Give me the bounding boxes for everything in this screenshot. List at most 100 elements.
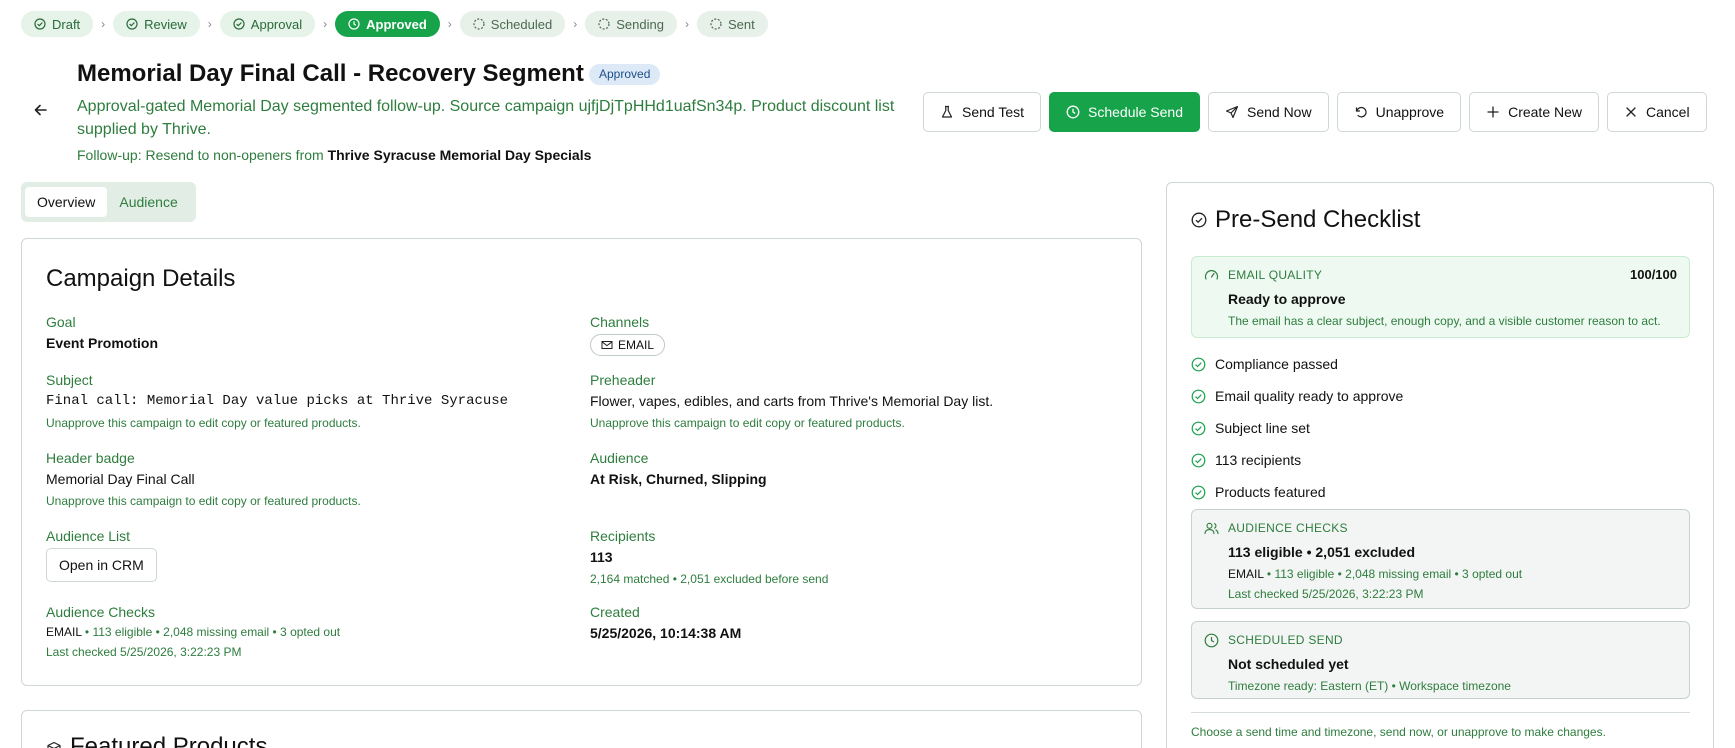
check-circle-icon — [1191, 485, 1206, 499]
clock-icon — [348, 18, 360, 30]
checklist-footer: Choose a send time and timezone, send no… — [1191, 725, 1606, 739]
pipeline-step-review[interactable]: Review — [113, 11, 200, 37]
pipeline-step-draft[interactable]: Draft — [21, 11, 94, 37]
pipeline-step-approved[interactable]: Approved — [335, 11, 440, 37]
pipeline-step-label: Sending — [616, 16, 664, 32]
create-new-button[interactable]: Create New — [1469, 92, 1599, 132]
chevron-right-icon: › — [101, 17, 106, 31]
package-icon — [47, 741, 61, 748]
create-new-label: Create New — [1508, 104, 1582, 120]
goal-label: Goal — [46, 314, 76, 330]
followup-note: Follow-up: Resend to non-openers from Th… — [77, 147, 591, 163]
gauge-icon — [1204, 270, 1219, 280]
unapprove-button[interactable]: Unapprove — [1336, 92, 1462, 132]
audience-label: Audience — [590, 450, 649, 466]
audience-checks-channel: EMAIL — [1228, 567, 1264, 581]
audience-checks-label: Audience Checks — [46, 604, 155, 620]
chevron-right-icon: › — [447, 17, 452, 31]
pipeline-step-label: Approval — [250, 16, 303, 32]
action-toolbar: Send Test Schedule Send Send Now Unappro… — [923, 92, 1715, 132]
back-arrow-icon[interactable] — [31, 100, 51, 120]
featured-products-title: Featured Products — [70, 733, 268, 748]
email-quality-title: Ready to approve — [1228, 291, 1346, 307]
checklist-item: Products featured — [1191, 476, 1403, 508]
followup-prefix: Follow-up: Resend to non-openers from — [77, 147, 324, 163]
audience-checks-title: 113 eligible • 2,051 excluded — [1228, 544, 1416, 560]
send-test-button[interactable]: Send Test — [923, 92, 1042, 132]
checklist-item-label: Email quality ready to approve — [1215, 388, 1404, 404]
send-test-label: Send Test — [962, 104, 1025, 120]
scheduled-send-title: Not scheduled yet — [1228, 656, 1349, 672]
pipeline-step-scheduled[interactable]: Scheduled — [459, 11, 566, 37]
pipeline-step-label: Draft — [52, 16, 81, 32]
page-title: Memorial Day Final Call - Recovery Segme… — [77, 60, 584, 87]
tab-audience[interactable]: Audience — [107, 187, 189, 217]
check-circle-icon — [126, 18, 138, 30]
created-label: Created — [590, 604, 640, 620]
clock-icon — [1204, 633, 1219, 648]
undo-icon — [1355, 106, 1367, 118]
header-badge-value: Memorial Day Final Call — [46, 471, 195, 487]
open-in-crm-button[interactable]: Open in CRM — [46, 548, 157, 582]
checklist-item-label: Compliance passed — [1215, 356, 1338, 372]
email-quality-score: 100/100 — [1630, 267, 1677, 282]
audience-checks-last: Last checked 5/25/2026, 3:22:23 PM — [1228, 587, 1424, 601]
dashed-circle-icon — [473, 18, 485, 30]
audience-checks-text: • 113 eligible • 2,048 missing email • 3… — [81, 625, 341, 639]
channel-chip-label: EMAIL — [618, 338, 655, 352]
audience-checks-field: Audience Checks EMAIL • 113 eligible • 2… — [46, 603, 340, 660]
pipeline-step-sent[interactable]: Sent — [696, 11, 768, 37]
created-field: Created 5/25/2026, 10:14:38 AM — [590, 603, 741, 643]
featured-products-card: Featured Products — [21, 710, 1142, 748]
email-quality-heading: EMAIL QUALITY — [1228, 268, 1323, 282]
dashed-circle-icon — [598, 18, 610, 30]
unapprove-label: Unapprove — [1375, 104, 1445, 120]
send-icon — [1225, 105, 1239, 119]
pipeline-step-label: Scheduled — [490, 16, 553, 32]
pipeline-step-label: Sent — [727, 16, 755, 32]
checklist-title: Pre-Send Checklist — [1215, 206, 1421, 233]
recipients-label: Recipients — [590, 528, 656, 544]
checklist-item-label: Subject line set — [1215, 420, 1310, 436]
cancel-label: Cancel — [1646, 104, 1690, 120]
created-value: 5/25/2026, 10:14:38 AM — [590, 625, 742, 641]
dashed-circle-icon — [710, 18, 722, 30]
checklist-item: Compliance passed — [1191, 348, 1403, 380]
pipeline-step-approval[interactable]: Approval — [219, 11, 316, 37]
recipients-hint: 2,164 matched • 2,051 excluded before se… — [590, 572, 829, 586]
schedule-send-button[interactable]: Schedule Send — [1049, 92, 1200, 132]
send-now-button[interactable]: Send Now — [1207, 92, 1329, 132]
header-badge-hint: Unapprove this campaign to edit copy or … — [46, 494, 361, 508]
subject-label: Subject — [46, 372, 93, 388]
chevron-right-icon: › — [684, 17, 689, 31]
pipeline-step-sending[interactable]: Sending — [585, 11, 677, 37]
channels-field: Channels EMAIL — [590, 313, 666, 356]
preheader-field: Preheader Flower, vapes, edibles, and ca… — [590, 371, 993, 431]
scheduled-send-box: SCHEDULED SEND Not scheduled yet Timezon… — [1191, 621, 1690, 699]
close-icon — [1626, 107, 1636, 117]
scheduled-send-heading: SCHEDULED SEND — [1228, 633, 1343, 647]
chevron-right-icon: › — [323, 17, 328, 31]
users-icon — [1204, 522, 1219, 535]
cancel-button[interactable]: Cancel — [1607, 92, 1707, 132]
checklist-items: Compliance passed Email quality ready to… — [1191, 348, 1403, 508]
tab-overview[interactable]: Overview — [25, 187, 108, 217]
chevron-right-icon: › — [573, 17, 578, 31]
audience-checks-heading: AUDIENCE CHECKS — [1228, 521, 1348, 535]
check-circle-icon — [233, 18, 245, 30]
pre-send-checklist-panel: Pre-Send Checklist EMAIL QUALITY 100/100… — [1166, 182, 1714, 748]
campaign-details-card: Campaign Details Goal Event Promotion Ch… — [21, 238, 1142, 686]
pipeline-step-label: Review — [144, 16, 187, 32]
subject-value: Final call: Memorial Day value picks at … — [46, 393, 509, 409]
checklist-item: Email quality ready to approve — [1191, 380, 1403, 412]
audience-checks-detail-text: • 113 eligible • 2,048 missing email • 3… — [1263, 567, 1523, 581]
header-badge-label: Header badge — [46, 450, 135, 466]
audience-checks-summary: EMAIL • 113 eligible • 2,048 missing ema… — [46, 624, 340, 640]
audience-list-field: Audience List Open in CRM — [46, 527, 157, 582]
goal-value: Event Promotion — [46, 335, 159, 351]
email-quality-subtitle: The email has a clear subject, enough co… — [1228, 314, 1661, 328]
preheader-hint: Unapprove this campaign to edit copy or … — [590, 416, 905, 430]
audience-list-label: Audience List — [46, 528, 131, 544]
header-badge-field: Header badge Memorial Day Final Call Una… — [46, 449, 361, 509]
audience-field: Audience At Risk, Churned, Slipping — [590, 449, 767, 489]
